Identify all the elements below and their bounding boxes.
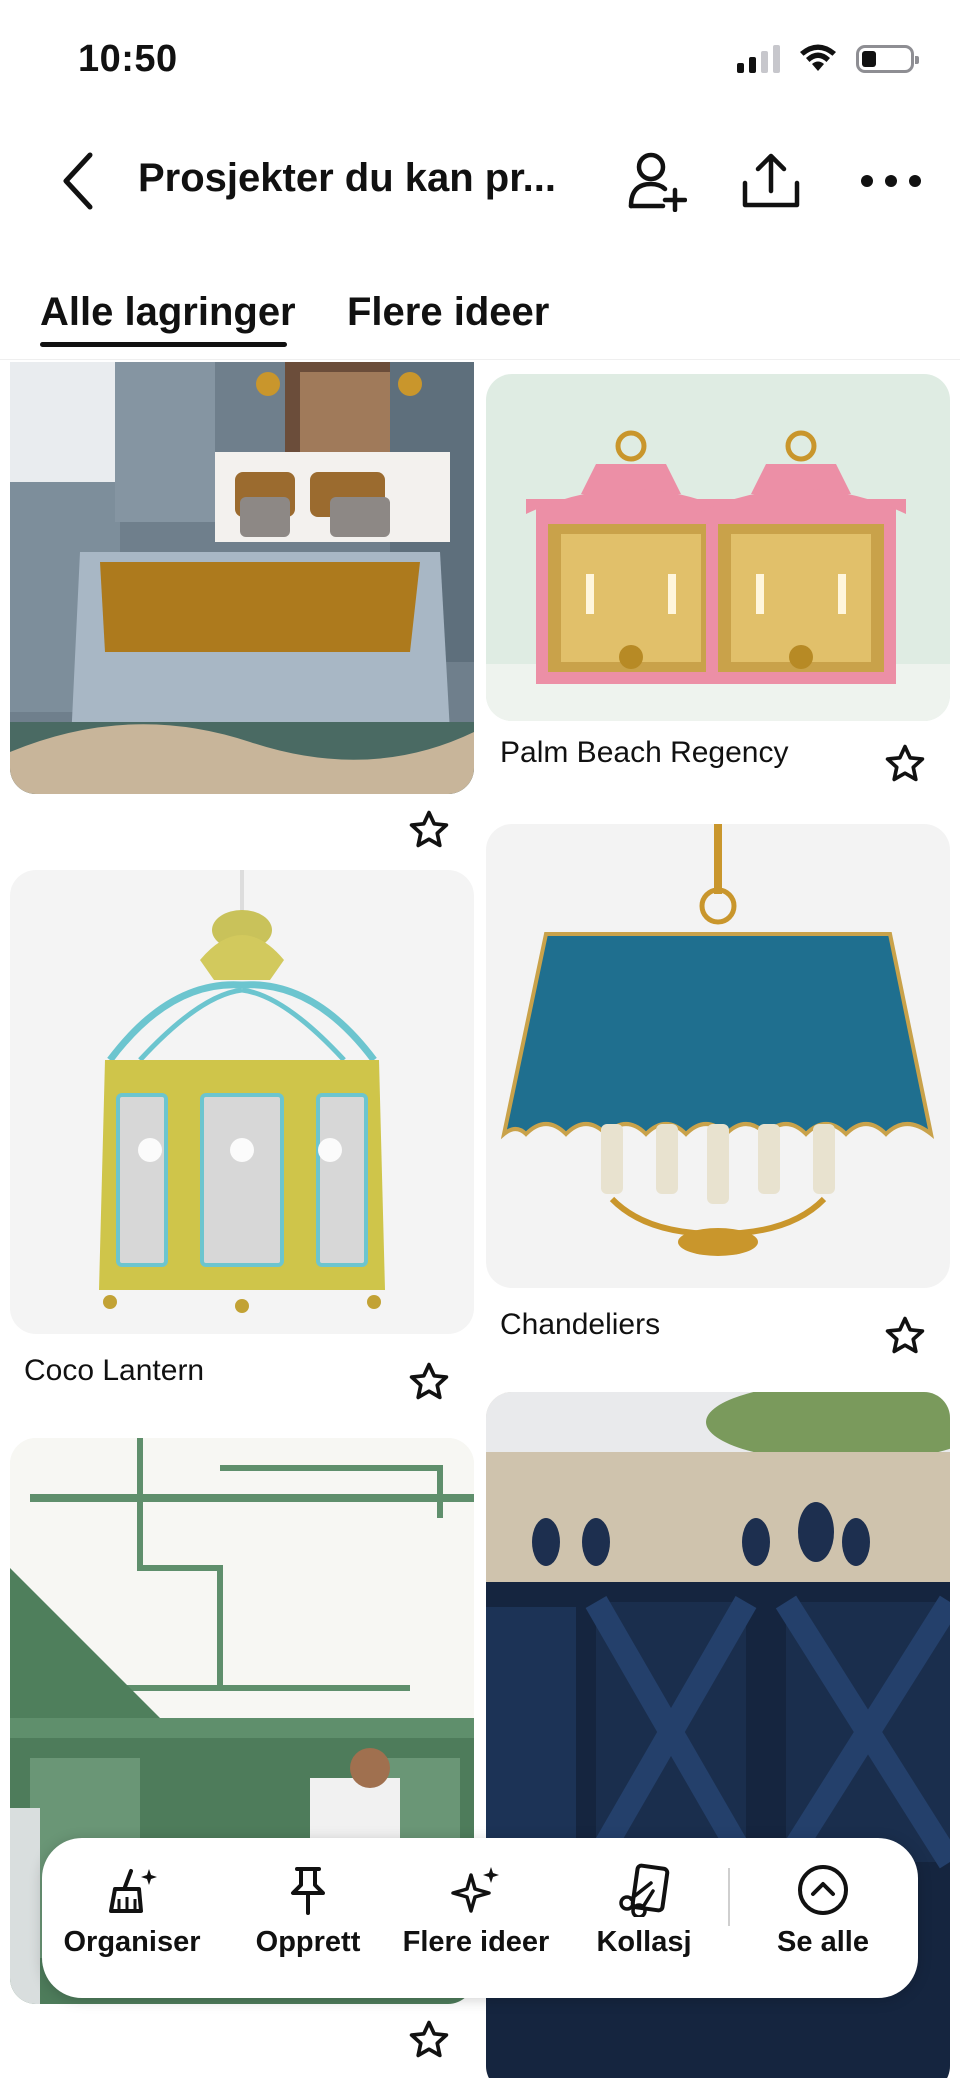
pin-image-bedroom[interactable] bbox=[10, 362, 474, 794]
pin-grid: Palm Beach Regency Coco Lantern Chandeli… bbox=[0, 362, 960, 2078]
board-toolbar: Organiser Opprett Flere ideer Kollasj Se… bbox=[42, 1838, 918, 1998]
yellow-lantern-photo bbox=[10, 870, 474, 1334]
battery-icon bbox=[856, 45, 919, 73]
bedroom-photo bbox=[10, 362, 474, 794]
star-icon bbox=[885, 1316, 925, 1354]
pink-lanterns-photo bbox=[486, 374, 950, 721]
status-bar: 10:50 bbox=[0, 0, 960, 120]
star-icon bbox=[409, 1362, 449, 1400]
broom-sparkle-icon bbox=[109, 1869, 157, 1913]
favorite-button[interactable] bbox=[405, 2016, 453, 2064]
share-icon bbox=[742, 153, 800, 208]
pin-image-coco-lantern[interactable] bbox=[10, 870, 474, 1334]
pin-icon bbox=[291, 1867, 325, 1915]
star-icon bbox=[409, 810, 449, 848]
share-button[interactable] bbox=[736, 146, 806, 216]
more-ideas-label: Flere ideer bbox=[402, 1926, 550, 1958]
tab-all-saves[interactable]: Alle lagringer bbox=[40, 290, 296, 335]
pin-title: Chandeliers bbox=[500, 1308, 661, 1341]
board-title: Prosjekter du kan pr... bbox=[138, 156, 556, 200]
toolbar-divider bbox=[728, 1868, 730, 1926]
star-icon bbox=[885, 744, 925, 782]
organize-button[interactable]: Organiser bbox=[64, 1862, 201, 1959]
more-ideas-button[interactable]: Flere ideer bbox=[394, 1862, 558, 1959]
status-icons bbox=[737, 44, 919, 74]
favorite-button[interactable] bbox=[405, 1358, 453, 1406]
wifi-icon bbox=[800, 44, 836, 71]
star-icon bbox=[409, 2020, 449, 2058]
pin-title: Coco Lantern bbox=[24, 1354, 205, 1387]
chevron-left-icon bbox=[63, 152, 93, 210]
favorite-button[interactable] bbox=[881, 1312, 929, 1360]
organize-label: Organiser bbox=[63, 1926, 201, 1958]
signal-icon bbox=[737, 45, 780, 73]
scissors-icon bbox=[619, 1863, 670, 1917]
see-all-button[interactable]: Se alle bbox=[748, 1862, 898, 1959]
create-label: Opprett bbox=[255, 1926, 361, 1958]
see-all-label: Se alle bbox=[777, 1926, 869, 1958]
collage-button[interactable]: Kollasj bbox=[580, 1862, 708, 1959]
board-tabs: Alle lagringer Flere ideer bbox=[0, 280, 960, 360]
collage-label: Kollasj bbox=[596, 1926, 692, 1958]
status-time: 10:50 bbox=[78, 38, 178, 80]
more-options-button[interactable] bbox=[856, 146, 926, 216]
chevron-up-circle-icon bbox=[798, 1865, 848, 1915]
back-button[interactable] bbox=[48, 146, 108, 216]
add-person-icon bbox=[628, 152, 687, 212]
blue-chandelier-photo bbox=[486, 824, 950, 1288]
active-tab-indicator bbox=[40, 342, 287, 347]
pin-image-chandeliers[interactable] bbox=[486, 824, 950, 1288]
pin-title: Palm Beach Regency bbox=[500, 736, 789, 769]
favorite-button[interactable] bbox=[405, 806, 453, 854]
create-button[interactable]: Opprett bbox=[244, 1862, 372, 1959]
add-collaborator-button[interactable] bbox=[622, 146, 692, 216]
favorite-button[interactable] bbox=[881, 740, 929, 788]
tab-more-ideas[interactable]: Flere ideer bbox=[347, 290, 549, 335]
pin-image-palm-beach-regency[interactable] bbox=[486, 374, 950, 721]
more-icon bbox=[861, 175, 921, 187]
board-header: Prosjekter du kan pr... bbox=[0, 130, 960, 230]
sparkles-icon bbox=[451, 1867, 499, 1913]
